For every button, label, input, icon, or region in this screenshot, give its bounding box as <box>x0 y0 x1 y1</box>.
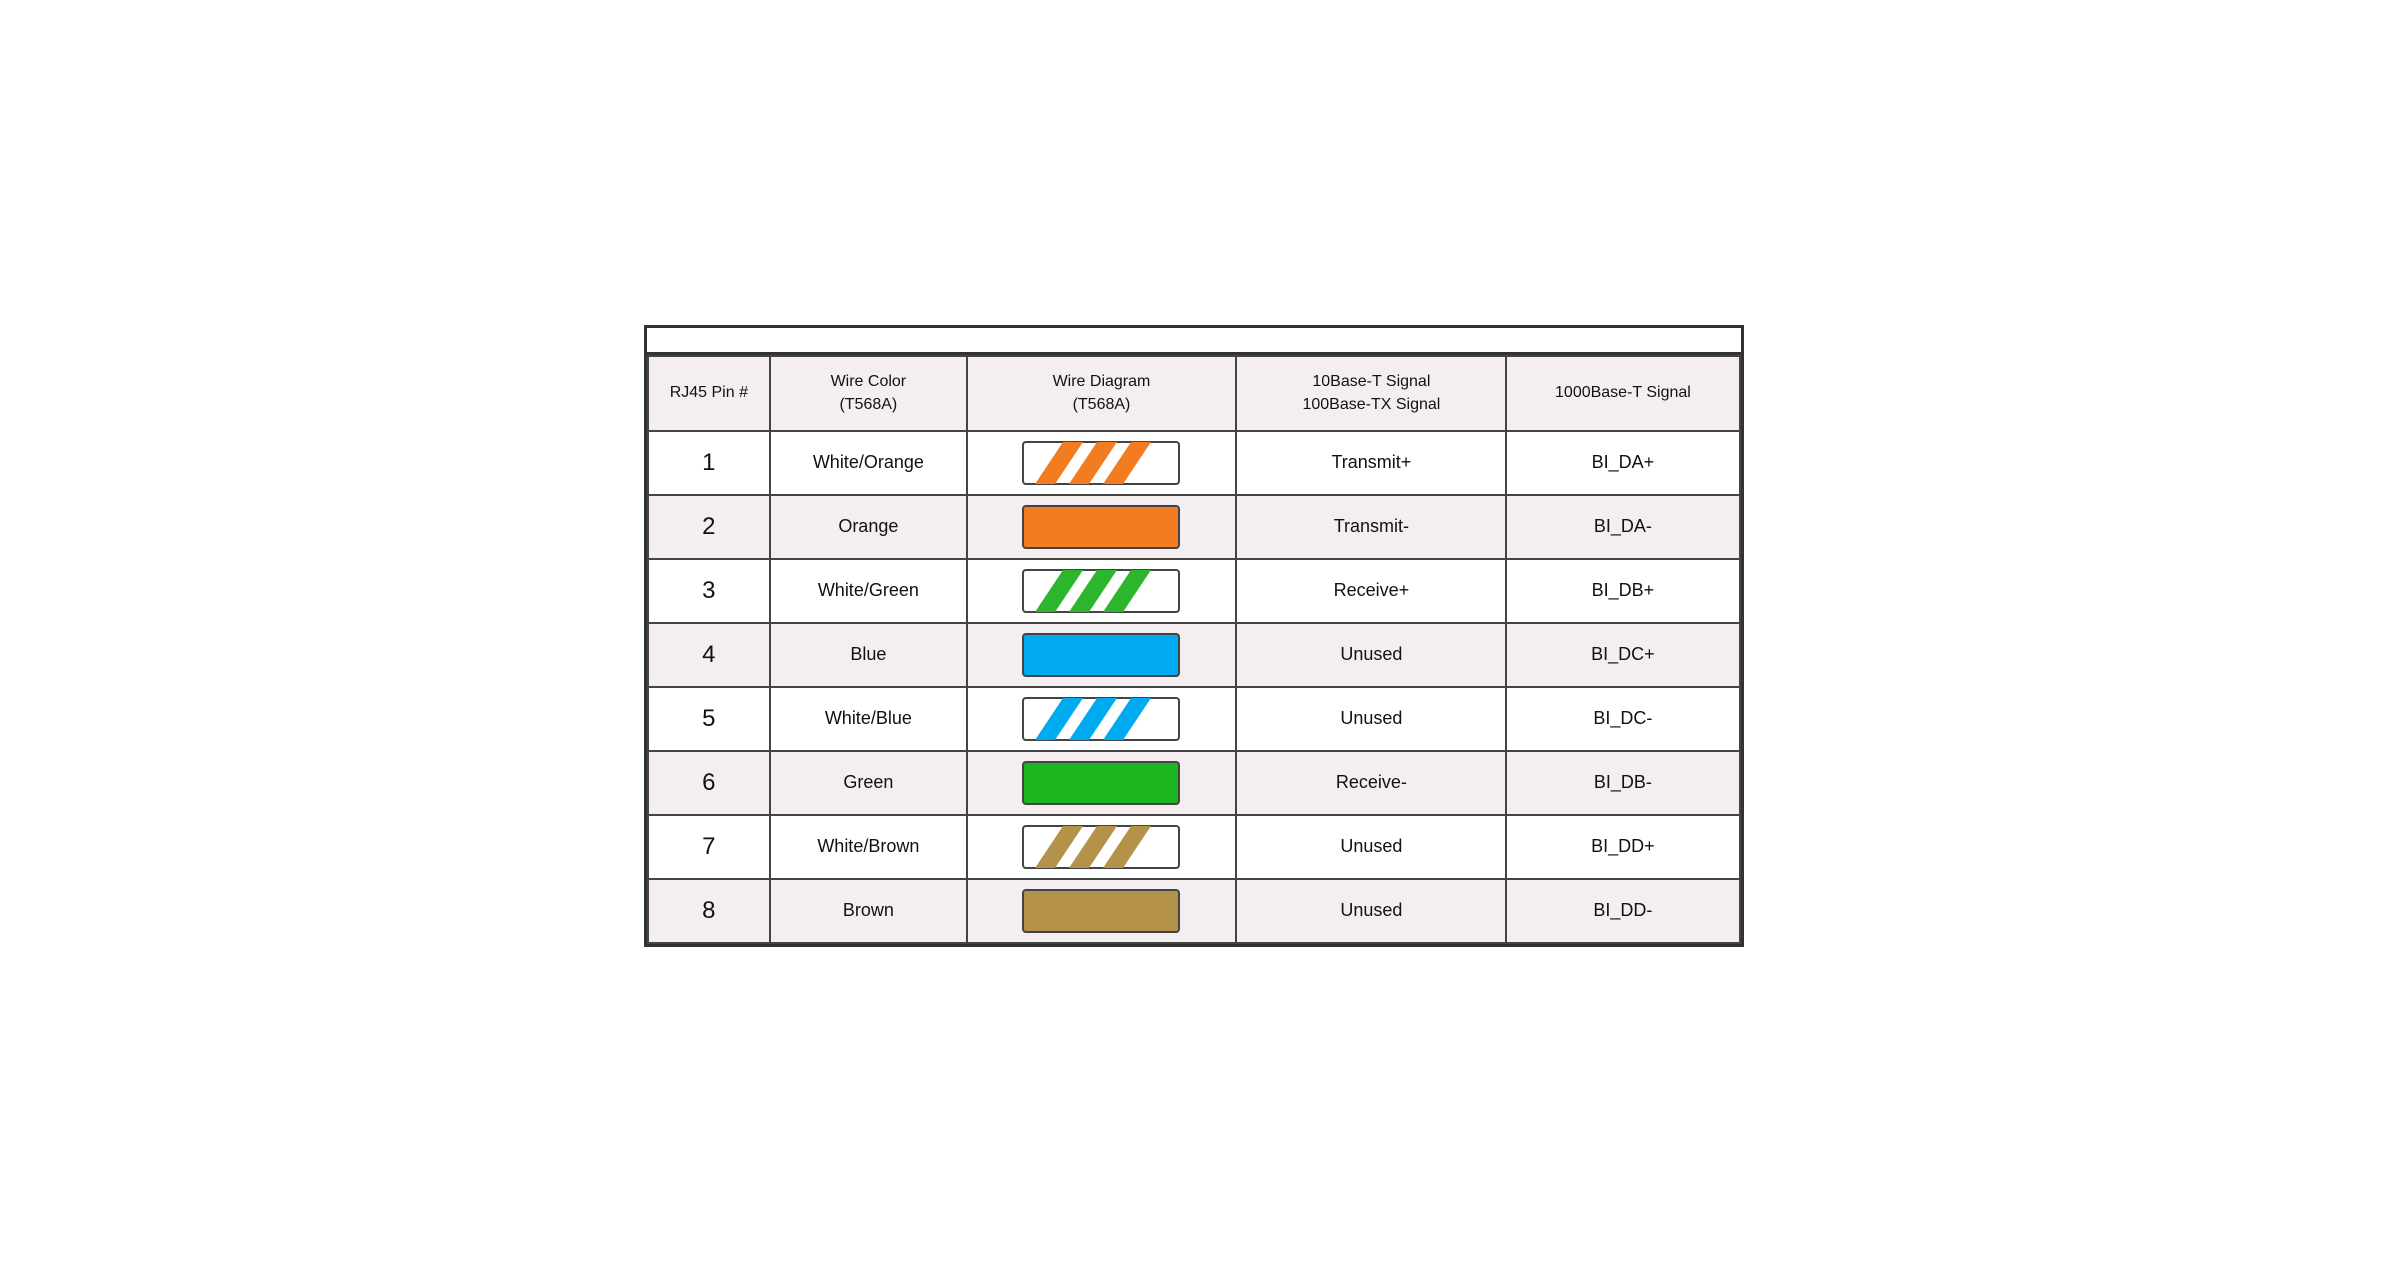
header-signal-10-100: 10Base-T Signal100Base-TX Signal <box>1236 356 1506 431</box>
signal-cell: Unused <box>1236 879 1506 943</box>
wire-diagram-cell <box>967 559 1237 623</box>
signal-cell: Unused <box>1236 623 1506 687</box>
header-wire-diagram: Wire Diagram(T568A) <box>967 356 1237 431</box>
pin-cell: 2 <box>648 495 771 559</box>
gbase-signal-cell: BI_DA- <box>1506 495 1739 559</box>
wire-diagram-cell <box>967 815 1237 879</box>
wire-color-cell: White/Orange <box>770 431 966 495</box>
diagram-container: RJ45 Pin # Wire Color(T568A) Wire Diagra… <box>644 325 1744 947</box>
table-row: 5White/Blue UnusedBI_DC- <box>648 687 1740 751</box>
wire-diagram-cell <box>967 687 1237 751</box>
wire-color-cell: Green <box>770 751 966 815</box>
pin-cell: 6 <box>648 751 771 815</box>
gbase-signal-cell: BI_DC- <box>1506 687 1739 751</box>
pin-cell: 1 <box>648 431 771 495</box>
table-row: 8Brown UnusedBI_DD- <box>648 879 1740 943</box>
table-row: 3White/Green Receive+BI_DB+ <box>648 559 1740 623</box>
pin-cell: 5 <box>648 687 771 751</box>
wire-color-cell: Brown <box>770 879 966 943</box>
gbase-signal-cell: BI_DB- <box>1506 751 1739 815</box>
header-wire-color: Wire Color(T568A) <box>770 356 966 431</box>
table-row: 7White/Brown UnusedBI_DD+ <box>648 815 1740 879</box>
wire-color-cell: White/Brown <box>770 815 966 879</box>
gbase-signal-cell: BI_DC+ <box>1506 623 1739 687</box>
gbase-signal-cell: BI_DD- <box>1506 879 1739 943</box>
signal-cell: Receive+ <box>1236 559 1506 623</box>
wire-diagram-cell <box>967 879 1237 943</box>
signal-cell: Transmit+ <box>1236 431 1506 495</box>
wire-diagram-cell <box>967 623 1237 687</box>
diagram-title <box>647 328 1741 355</box>
header-signal-1000: 1000Base-T Signal <box>1506 356 1739 431</box>
wire-color-cell: White/Blue <box>770 687 966 751</box>
pin-cell: 7 <box>648 815 771 879</box>
signal-cell: Transmit- <box>1236 495 1506 559</box>
table-header-row: RJ45 Pin # Wire Color(T568A) Wire Diagra… <box>648 356 1740 431</box>
wire-diagram-cell <box>967 751 1237 815</box>
header-pin: RJ45 Pin # <box>648 356 771 431</box>
table-row: 2Orange Transmit-BI_DA- <box>648 495 1740 559</box>
wire-color-cell: Blue <box>770 623 966 687</box>
table-row: 4Blue UnusedBI_DC+ <box>648 623 1740 687</box>
table-row: 6Green Receive-BI_DB- <box>648 751 1740 815</box>
signal-cell: Unused <box>1236 815 1506 879</box>
pin-cell: 3 <box>648 559 771 623</box>
pin-cell: 8 <box>648 879 771 943</box>
gbase-signal-cell: BI_DA+ <box>1506 431 1739 495</box>
wire-diagram-cell <box>967 431 1237 495</box>
wire-color-cell: White/Green <box>770 559 966 623</box>
signal-cell: Receive- <box>1236 751 1506 815</box>
signal-cell: Unused <box>1236 687 1506 751</box>
wire-color-cell: Orange <box>770 495 966 559</box>
wire-table: RJ45 Pin # Wire Color(T568A) Wire Diagra… <box>647 355 1741 944</box>
gbase-signal-cell: BI_DD+ <box>1506 815 1739 879</box>
pin-cell: 4 <box>648 623 771 687</box>
wire-diagram-cell <box>967 495 1237 559</box>
table-row: 1White/Orange Transmit+BI_DA+ <box>648 431 1740 495</box>
gbase-signal-cell: BI_DB+ <box>1506 559 1739 623</box>
